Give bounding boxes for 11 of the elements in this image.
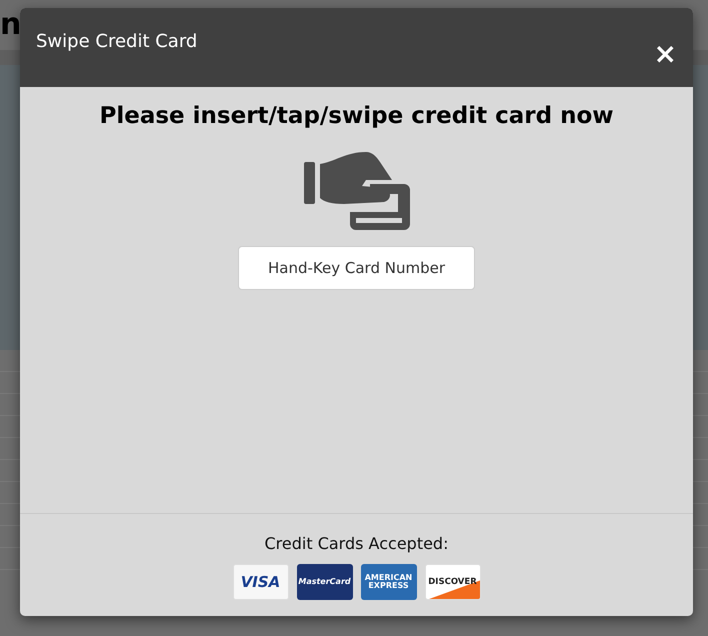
visa-logo: VISA (232, 564, 288, 600)
hand-card-icon (304, 152, 410, 230)
modal-title: Swipe Credit Card (36, 30, 198, 54)
instruction-text: Please insert/tap/swipe credit card now (99, 102, 614, 131)
hand-key-button[interactable]: Hand-Key Card Number (238, 246, 475, 290)
amex-logo: AMERICAN EXPRESS (360, 564, 416, 600)
accepted-cards-label: Credit Cards Accepted: (264, 533, 448, 555)
close-button[interactable]: × (654, 40, 677, 68)
discover-logo: DISCOVER (424, 564, 480, 600)
page-heading: n (0, 7, 22, 42)
mastercard-logo: MasterCard (296, 564, 352, 600)
